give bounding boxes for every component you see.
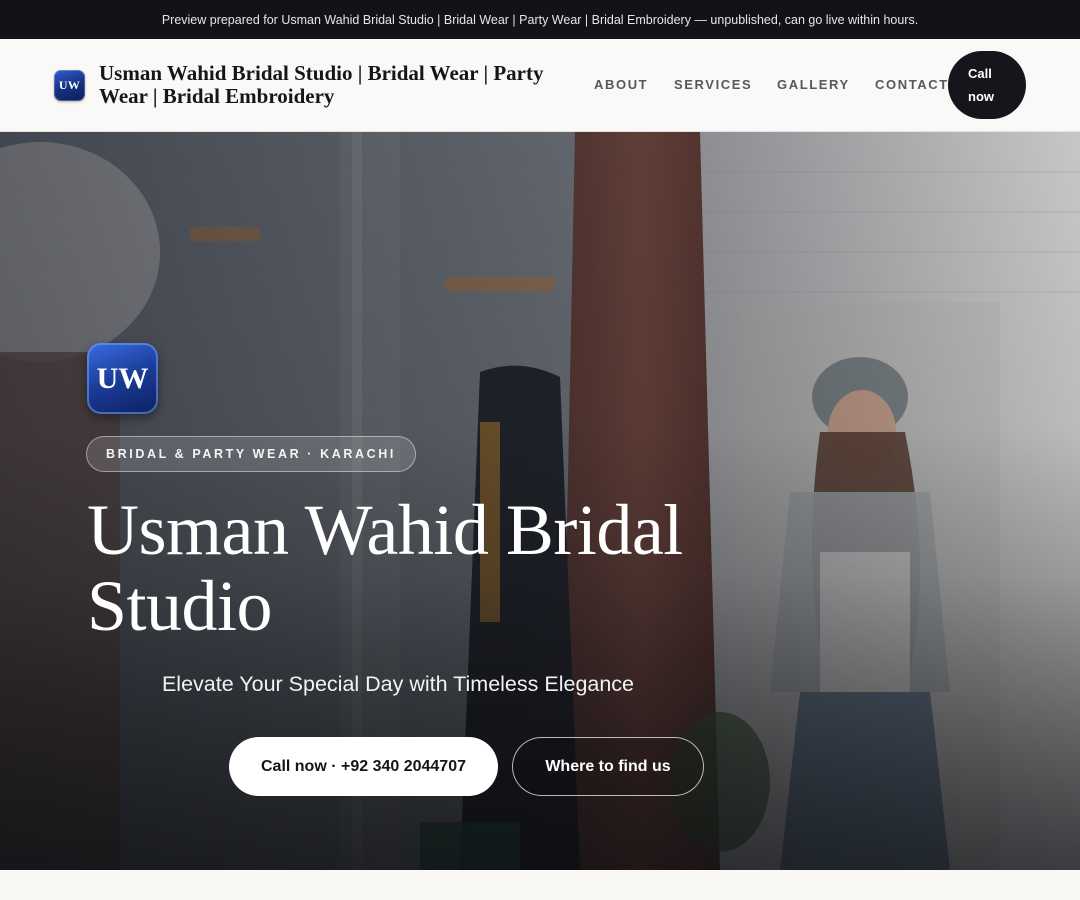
hero-category-pill: BRIDAL & PARTY WEAR · KARACHI xyxy=(86,436,416,472)
next-section-edge xyxy=(0,870,1080,900)
where-to-find-us-button[interactable]: Where to find us xyxy=(512,737,704,796)
preview-banner-text: Preview prepared for Usman Wahid Bridal … xyxy=(161,12,919,27)
hero-section: UW BRIDAL & PARTY WEAR · KARACHI Usman W… xyxy=(0,132,1080,870)
preview-banner: Preview prepared for Usman Wahid Bridal … xyxy=(0,0,1080,39)
call-now-button[interactable]: Call now · +92 340 2044707 xyxy=(229,737,498,796)
uw-logo-icon[interactable]: UW xyxy=(54,70,85,101)
site-title[interactable]: Usman Wahid Bridal Studio | Bridal Wear … xyxy=(99,62,589,108)
nav-contact[interactable]: CONTACT xyxy=(875,77,949,92)
header-call-button[interactable]: Call now xyxy=(948,51,1026,119)
nav-services[interactable]: SERVICES xyxy=(674,77,752,92)
uw-logo-badge-icon: UW xyxy=(87,343,158,414)
nav-gallery[interactable]: GALLERY xyxy=(777,77,850,92)
nav-about[interactable]: ABOUT xyxy=(594,77,648,92)
site-header: UW Usman Wahid Bridal Studio | Bridal We… xyxy=(0,39,1080,132)
hero-tagline: Elevate Your Special Day with Timeless E… xyxy=(161,672,635,696)
hero-title: Usman Wahid Bridal Studio xyxy=(87,490,683,646)
